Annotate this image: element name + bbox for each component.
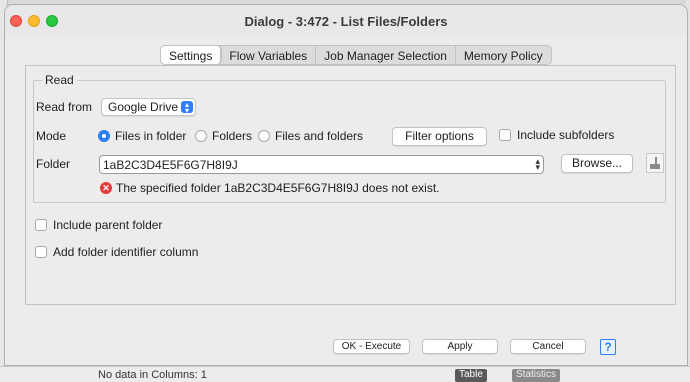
add-identifier-checkbox[interactable]: Add folder identifier column <box>35 245 198 259</box>
radio-unselected-icon <box>195 130 207 142</box>
read-from-value: Google Drive <box>108 100 179 114</box>
checkbox-box <box>35 246 47 258</box>
dialog-window: Dialog - 3:472 - List Files/Folders Sett… <box>4 4 688 366</box>
background-statistics-tab[interactable]: Statistics <box>512 369 561 382</box>
tab-bar: Settings Flow Variables Job Manager Sele… <box>160 45 552 65</box>
flow-variable-pin <box>655 157 657 164</box>
include-subfolders-label: Include subfolders <box>517 128 615 142</box>
error-text: The specified folder 1aB2C3D4E5F6G7H8I9J… <box>116 181 440 195</box>
mode-radio-folders[interactable]: Folders <box>195 129 252 143</box>
cancel-button[interactable]: Cancel <box>510 339 586 354</box>
mode-label: Mode <box>36 129 67 143</box>
ok-execute-button[interactable]: OK - Execute <box>333 339 410 354</box>
folder-error-message: ✕ The specified folder 1aB2C3D4E5F6G7H8I… <box>100 181 440 195</box>
window-title: Dialog - 3:472 - List Files/Folders <box>244 14 448 29</box>
read-from-select[interactable]: Google Drive ▴ ▾ <box>101 98 196 116</box>
background-output-bar: No data in Columns: 1 Table Statistics <box>0 366 690 382</box>
checkbox-box <box>499 129 511 141</box>
folder-label: Folder <box>36 157 71 171</box>
mode-radio-files-in-folder[interactable]: Files in folder <box>98 129 186 143</box>
chevron-updown-icon: ▴ ▾ <box>535 156 540 172</box>
help-icon[interactable]: ? <box>600 339 616 355</box>
mode-option-label: Folders <box>212 129 253 143</box>
checkbox-box <box>35 219 47 231</box>
read-group-legend: Read <box>42 73 77 87</box>
filter-options-button[interactable]: Filter options <box>392 127 487 146</box>
background-table-tab[interactable]: Table <box>455 369 487 382</box>
include-parent-label: Include parent folder <box>53 218 163 232</box>
settings-panel: Read Read from Google Drive ▴ ▾ Mode File… <box>25 65 676 305</box>
include-parent-checkbox[interactable]: Include parent folder <box>35 218 162 232</box>
tab-flow-variables[interactable]: Flow Variables <box>221 46 317 64</box>
include-subfolders-checkbox[interactable]: Include subfolders <box>499 128 614 142</box>
title-bar: Dialog - 3:472 - List Files/Folders <box>5 5 687 35</box>
add-identifier-label: Add folder identifier column <box>53 245 199 259</box>
tab-memory-policy[interactable]: Memory Policy <box>456 46 551 64</box>
tab-job-manager-selection[interactable]: Job Manager Selection <box>316 46 456 64</box>
folder-path-input[interactable]: 1aB2C3D4E5F6G7H8I9J ▴ ▾ <box>99 155 544 174</box>
tab-settings[interactable]: Settings <box>161 46 222 64</box>
browse-button[interactable]: Browse... <box>561 154 633 173</box>
background-status-text: No data in Columns: 1 <box>98 369 207 381</box>
read-from-label: Read from <box>36 100 93 114</box>
read-group: Read Read from Google Drive ▴ ▾ Mode File… <box>33 73 666 203</box>
radio-selected-icon <box>98 130 110 142</box>
chevron-updown-icon: ▴ ▾ <box>181 101 193 115</box>
flow-variable-bar <box>650 164 660 169</box>
mode-option-label: Files in folder <box>115 129 187 143</box>
radio-unselected-icon <box>258 130 270 142</box>
folder-path-value: 1aB2C3D4E5F6G7H8I9J <box>103 158 238 172</box>
flow-variable-icon[interactable] <box>646 153 664 173</box>
mode-radio-files-and-folders[interactable]: Files and folders <box>258 129 363 143</box>
error-icon: ✕ <box>100 182 112 194</box>
apply-button[interactable]: Apply <box>422 339 498 354</box>
mode-option-label: Files and folders <box>275 129 364 143</box>
